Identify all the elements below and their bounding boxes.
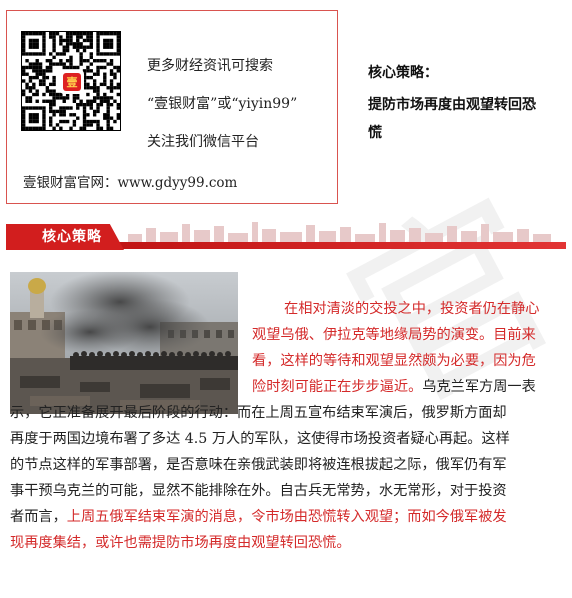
side-heading: 核心策略： [368, 65, 438, 81]
article-line: 者而言，上周五俄军结束军演的消息，令市场由恐慌转入观望；而如今俄军被发 [10, 504, 507, 530]
news-photo [10, 272, 238, 414]
qr-code[interactable]: 壹 [21, 31, 121, 131]
highlighted-text: 上周五俄军结束军演的消息，令市场由恐慌转入观望；而如今俄军被发 [66, 509, 507, 525]
body-text: 示，它正准备展开最后阶段的行动：而在上周五宣布结束军演后，俄罗斯方面却 [10, 405, 507, 421]
article-line: 示，它正准备展开最后阶段的行动：而在上周五宣布结束军演后，俄罗斯方面却 [10, 400, 507, 426]
promo-website: 壹银财富官网：www.gdyy99.com [23, 175, 238, 191]
side-subtitle-line2: 慌 [368, 125, 382, 141]
article-line: 现再度集结，或许也需提防市场再度由观望转回恐慌。 [10, 530, 351, 556]
article-line: 再度于两国边境布署了多达 4.5 万人的军队，这使得市场投资者疑心再起。这样 [10, 426, 510, 452]
brand-logo-icon: 壹 [60, 70, 84, 94]
highlighted-text: 现再度集结，或许也需提防市场再度由观望转回恐慌。 [10, 535, 351, 551]
article-line: 险时刻可能正在步步逼近。乌克兰军方周一表 [252, 374, 536, 400]
body-text: 乌克兰军方周一表 [422, 379, 536, 395]
highlighted-text: 看，这样的等待和观望显然颇为必要，因为危 [252, 353, 536, 369]
body-text: 事干预乌克兰的可能，显然不能排除在外。自古兵无常势，水无常形，对于投资 [10, 483, 507, 499]
promo-search-hint: 更多财经资讯可搜索 [147, 58, 273, 74]
section-title: 核心策略 [42, 229, 102, 245]
highlighted-text: 险时刻可能正在步步逼近。 [252, 379, 423, 395]
section-banner: 核心策略 [6, 220, 566, 250]
skyline-decoration [128, 222, 551, 244]
highlighted-text: 观望乌俄、伊拉克等地缘局势的演变。目前来 [252, 327, 536, 343]
body-text: 的节点这样的军事部署，是否意味在亲俄武装即将被连根拔起之际，俄军仍有军 [10, 457, 507, 473]
promo-box: 壹 更多财经资讯可搜索 “壹银财富”或“yiyin99” 关注我们微信平台 壹银… [6, 10, 338, 204]
article-line: 在相对清淡的交投之中，投资者仍在静心 [284, 296, 539, 322]
kyiv-protest-photo [10, 272, 238, 414]
body-text: 再度于两国边境布署了多达 4.5 万人的军队，这使得市场投资者疑心再起。这样 [10, 431, 510, 447]
article-line: 的节点这样的军事部署，是否意味在亲俄武装即将被连根拔起之际，俄军仍有军 [10, 452, 507, 478]
highlighted-text: 在相对清淡的交投之中，投资者仍在静心 [284, 301, 540, 317]
article-line: 事干预乌克兰的可能，显然不能排除在外。自古兵无常势，水无常形，对于投资 [10, 478, 507, 504]
promo-follow-hint: 关注我们微信平台 [147, 134, 259, 150]
article-line: 看，这样的等待和观望显然颇为必要，因为危 [252, 348, 536, 374]
body-text: 者而言， [10, 509, 67, 525]
side-subtitle-line1: 提防市场再度由观望转回恐 [368, 97, 536, 113]
article-line: 观望乌俄、伊拉克等地缘局势的演变。目前来 [252, 322, 536, 348]
promo-search-terms: “壹银财富”或“yiyin99” [147, 96, 298, 112]
